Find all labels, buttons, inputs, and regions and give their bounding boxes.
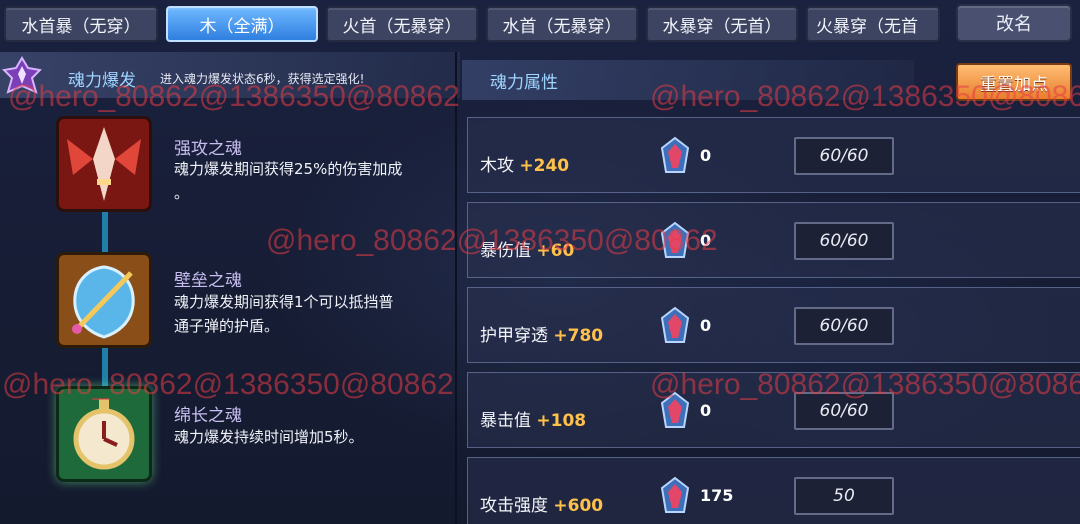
attribute-level-box[interactable]: 60/60 — [794, 222, 894, 260]
attribute-label: 暴击值 +108 — [480, 411, 587, 431]
gem-count: 0 — [700, 231, 712, 250]
gem-count: 0 — [700, 401, 712, 420]
soul-gem-icon — [660, 306, 690, 343]
skill-name-2: 壁垒之魂 — [174, 271, 242, 291]
loadout-tab-bar: 水首暴（无穿） 木（全满） 火首（无暴穿） 水首（无暴穿） 水暴穿（无首） 火暴… — [0, 0, 940, 48]
attribute-level-box[interactable]: 60/60 — [794, 307, 894, 345]
attribute-row: 护甲穿透 +780 0 60/60 — [467, 287, 1080, 363]
red-winged-sword-icon[interactable] — [56, 116, 152, 212]
attribute-label: 攻击强度 +600 — [480, 496, 604, 516]
tab-loadout-4[interactable]: 水首（无暴穿） — [486, 6, 638, 42]
tab-loadout-2-active[interactable]: 木（全满） — [166, 6, 318, 42]
tab-loadout-5[interactable]: 水暴穿（无首） — [646, 6, 798, 42]
rename-button[interactable]: 改名 — [956, 4, 1072, 42]
soul-attributes-title: 魂力属性 — [490, 73, 558, 93]
attribute-level-box[interactable]: 60/60 — [794, 137, 894, 175]
soul-gem-icon — [660, 476, 690, 513]
attribute-label: 暴伤值 +60 — [480, 241, 575, 261]
soul-gem-icon — [660, 391, 690, 428]
skill-connector-1 — [102, 212, 108, 252]
soul-burst-description: 进入魂力爆发状态6秒，获得选定强化! — [160, 72, 365, 86]
attribute-row: 木攻 +240 0 60/60 — [467, 117, 1080, 193]
attribute-row: 攻击强度 +600 175 50 — [467, 457, 1080, 524]
soul-gem-icon — [660, 136, 690, 173]
attribute-row: 暴击值 +108 0 60/60 — [467, 372, 1080, 448]
soul-burst-title: 魂力爆发 — [68, 71, 136, 91]
soul-burst-emblem-icon — [2, 56, 42, 94]
skill-connector-2 — [102, 346, 108, 386]
tab-loadout-1[interactable]: 水首暴（无穿） — [4, 6, 158, 42]
soul-gem-icon — [660, 221, 690, 258]
reset-points-button[interactable]: 重置加点 — [956, 63, 1072, 101]
green-stopwatch-icon[interactable] — [56, 386, 152, 482]
gem-count: 0 — [700, 316, 712, 335]
gem-count: 0 — [700, 146, 712, 165]
skill-name-3: 绵长之魂 — [174, 406, 242, 426]
attribute-level-box[interactable]: 60/60 — [794, 392, 894, 430]
tab-loadout-3[interactable]: 火首（无暴穿） — [326, 6, 478, 42]
skill-desc-1: 魂力爆发期间获得25%的伤害加成。 — [174, 160, 403, 202]
skill-name-1: 强攻之魂 — [174, 139, 242, 159]
skill-desc-2: 魂力爆发期间获得1个可以抵挡普 通子弹的护盾。 — [174, 293, 394, 335]
gem-count: 175 — [700, 486, 734, 505]
panel-divider — [455, 52, 457, 524]
skill-desc-3: 魂力爆发持续时间增加5秒。 — [174, 428, 364, 446]
blue-shield-icon[interactable] — [56, 252, 152, 348]
attribute-label: 木攻 +240 — [480, 156, 570, 176]
tab-loadout-6[interactable]: 火暴穿（无首 — [806, 6, 940, 42]
attribute-label: 护甲穿透 +780 — [480, 326, 604, 346]
attribute-row: 暴伤值 +60 0 60/60 — [467, 202, 1080, 278]
attribute-level-box[interactable]: 50 — [794, 477, 894, 515]
